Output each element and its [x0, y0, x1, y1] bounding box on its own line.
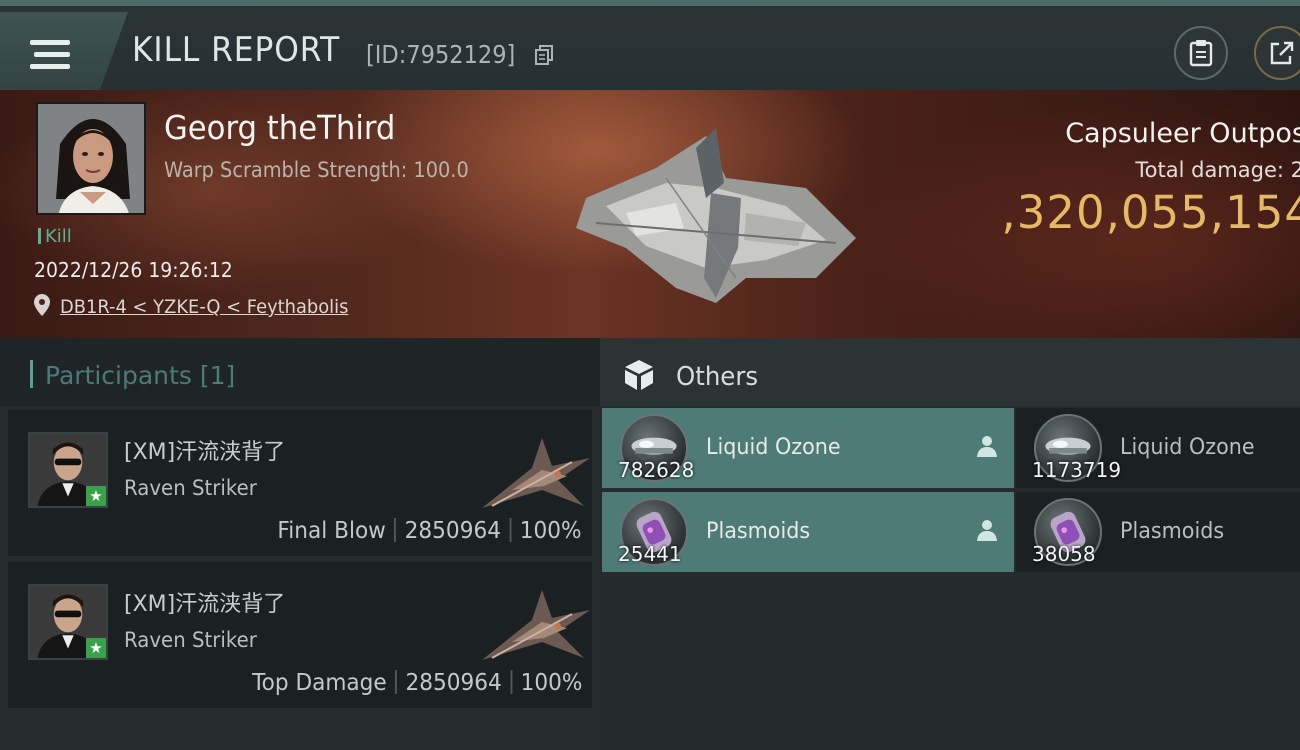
participant-row[interactable]: ★ [XM]汗流浃背了 Raven Striker Final Blow 2850…	[8, 410, 592, 556]
star-badge-icon: ★	[86, 638, 106, 658]
participants-panel: Participants [1] ★ [XM]汗流浃背了 Raven Strik…	[0, 338, 600, 750]
participant-stats: Top Damage 2850964 100%	[252, 670, 582, 696]
person-icon	[977, 436, 997, 457]
participant-name[interactable]: [XM]汗流浃背了	[124, 586, 285, 618]
participant-percent: 100%	[520, 670, 582, 696]
kill-datetime: 2022/12/26 19:26:12	[34, 258, 233, 282]
participant-percent: 100%	[520, 518, 582, 544]
participants-header: Participants [1]	[0, 338, 600, 406]
page-title: KILL REPORT	[132, 30, 341, 70]
participants-title: Participants [1]	[30, 360, 235, 390]
participants-count: [1]	[199, 361, 236, 390]
copy-icon[interactable]	[534, 44, 554, 66]
kill-tag-label: Kill	[45, 226, 72, 247]
item-name: Plasmoids	[706, 519, 811, 544]
character-portrait-image	[38, 104, 144, 213]
participant-avatar[interactable]: ★	[28, 584, 108, 660]
total-damage: Total damage: 2	[1135, 158, 1300, 182]
share-button[interactable]	[1254, 26, 1300, 80]
item-quantity: 25441	[618, 542, 682, 566]
participant-ship: Raven Striker	[124, 476, 257, 500]
cube-icon	[625, 360, 653, 390]
victim-name[interactable]: Georg theThird	[164, 108, 395, 147]
clipboard-icon	[1189, 40, 1213, 67]
raven-striker-ship-icon	[482, 590, 590, 660]
kill-tag: Kill	[38, 226, 72, 247]
menu-button[interactable]	[0, 12, 128, 90]
location-link[interactable]: DB1R-4 < YZKE-Q < Feythabolis	[60, 296, 348, 318]
external-link-icon	[1270, 41, 1294, 65]
item-plasmoids[interactable]: 25441 Plasmoids	[602, 492, 1014, 572]
victim-portrait[interactable]	[36, 102, 146, 215]
item-quantity: 782628	[618, 458, 695, 482]
others-panel: Others 782628 Liquid Ozone 1173719 Liqui…	[600, 338, 1300, 750]
participant-role: Top Damage	[251, 670, 387, 696]
item-liquid-ozone[interactable]: 1173719 Liquid Ozone	[1016, 408, 1300, 488]
hamburger-menu-icon	[30, 40, 70, 70]
participant-stats: Final Blow 2850964 100%	[278, 518, 582, 544]
item-liquid-ozone[interactable]: 782628 Liquid Ozone	[602, 408, 1014, 488]
item-quantity: 1173719	[1032, 458, 1122, 482]
participant-damage: 2850964	[405, 670, 502, 696]
top-bar: KILL REPORT [ID:7952129]	[0, 0, 1300, 90]
victim-subtitle: Warp Scramble Strength: 100.0	[164, 158, 469, 182]
participant-role: Final Blow	[277, 518, 387, 544]
participant-row[interactable]: ★ [XM]汗流浃背了 Raven Striker Top Damage 2850…	[8, 562, 592, 708]
item-name: Liquid Ozone	[706, 435, 841, 460]
victim-value-panel: Capsuleer Outpos Total damage: 2 3,320,0…	[1000, 90, 1300, 338]
participant-avatar[interactable]: ★	[28, 432, 108, 508]
others-title: Others	[676, 362, 759, 392]
star-badge-icon: ★	[86, 486, 106, 506]
location-pin-icon	[34, 294, 50, 316]
item-plasmoids[interactable]: 38058 Plasmoids	[1016, 492, 1300, 572]
isk-value: 3,320,055,154	[1000, 186, 1300, 239]
victim-ship-name[interactable]: Capsuleer Outpos	[1065, 118, 1300, 149]
report-id: [ID:7952129]	[366, 40, 516, 69]
person-icon	[977, 520, 997, 541]
participant-name[interactable]: [XM]汗流浃背了	[124, 434, 285, 466]
victim-banner: Georg theThird Warp Scramble Strength: 1…	[0, 90, 1300, 338]
item-name: Liquid Ozone	[1120, 435, 1255, 460]
victim-structure-image	[576, 128, 856, 303]
others-header: Others	[600, 338, 1300, 406]
clipboard-button[interactable]	[1174, 26, 1228, 80]
participant-damage: 2850964	[405, 518, 502, 544]
item-quantity: 38058	[1032, 542, 1096, 566]
raven-striker-ship-icon	[482, 438, 590, 508]
participant-ship: Raven Striker	[124, 628, 257, 652]
item-name: Plasmoids	[1120, 519, 1225, 544]
